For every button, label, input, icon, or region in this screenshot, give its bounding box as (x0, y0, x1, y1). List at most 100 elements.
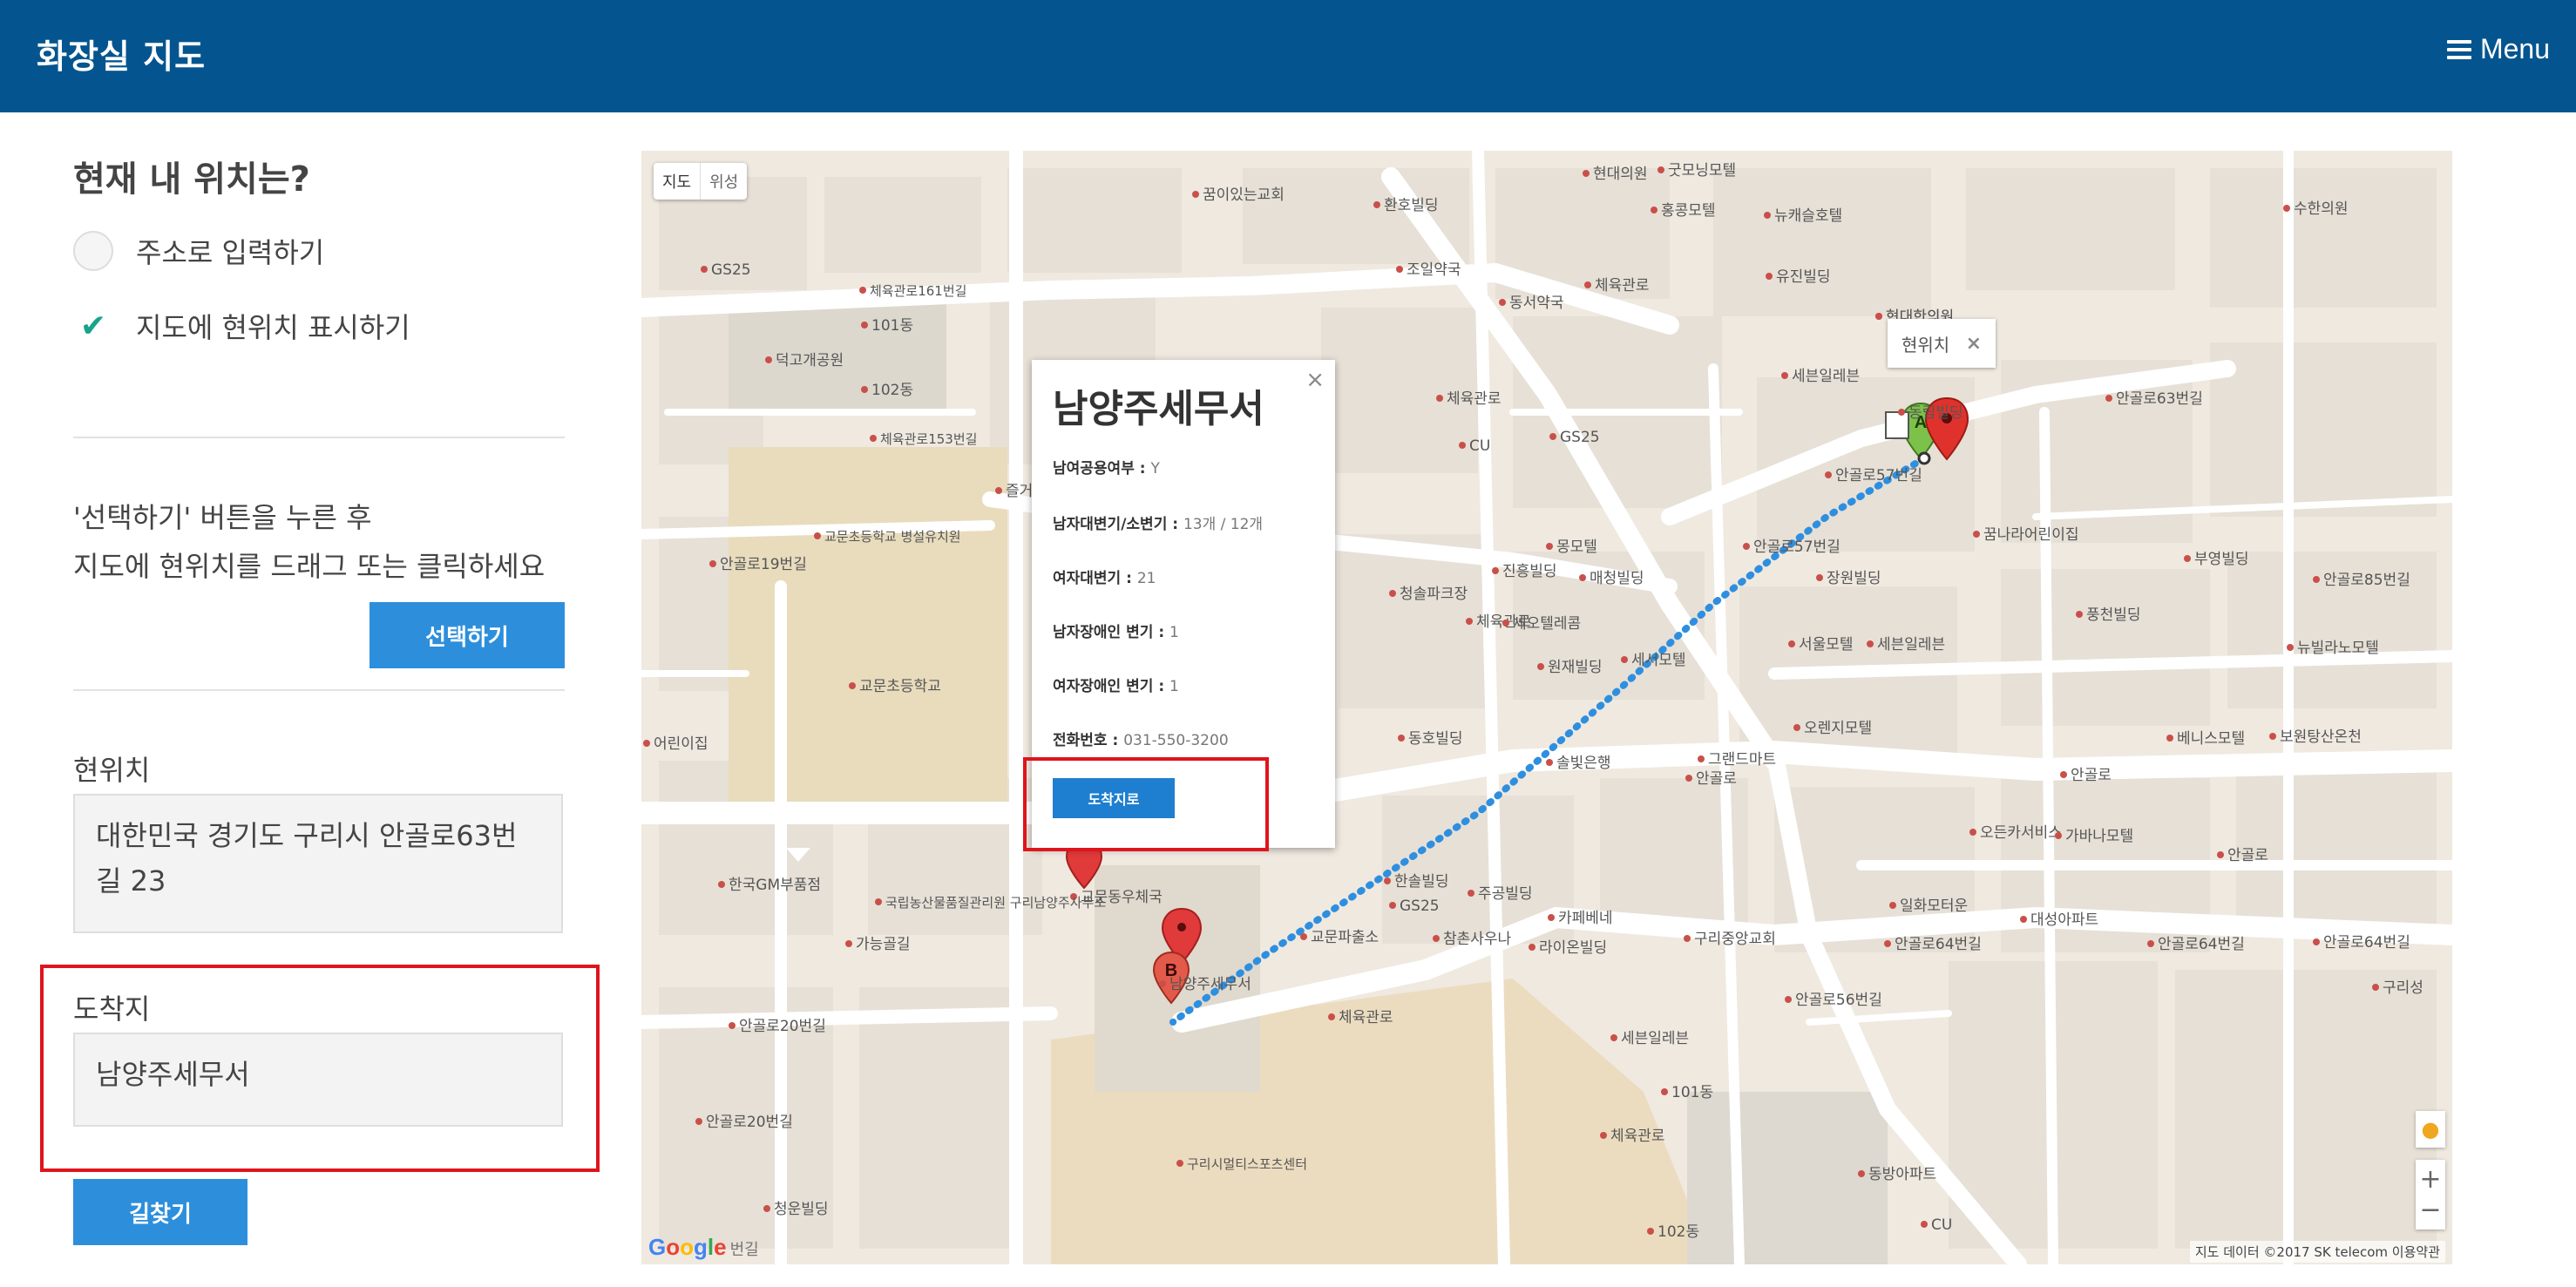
poi-label[interactable]: 안골로 (2071, 767, 2112, 784)
poi-label[interactable]: 안골로20번길 (739, 1018, 826, 1035)
poi-label[interactable]: 몽모텔 (1556, 539, 1597, 556)
poi-label[interactable]: 동호빌딩 (1408, 730, 1463, 748)
zoom-out-button[interactable]: − (2419, 1195, 2441, 1225)
poi-label[interactable]: 102동 (1657, 1223, 1699, 1241)
close-icon[interactable]: × (1305, 367, 1325, 393)
current-location-field[interactable]: 대한민국 경기도 구리시 안골로63번길 23 (73, 794, 563, 933)
select-button[interactable]: 선택하기 (369, 602, 565, 668)
poi-label[interactable]: 한솔빌딩 (1394, 873, 1449, 891)
poi-label[interactable]: GS25 (711, 261, 751, 279)
pegman-icon[interactable]: ● (2416, 1111, 2445, 1148)
poi-label[interactable]: 굿모닝모텔 (1668, 162, 1736, 180)
poi-label[interactable]: 한국GM부품점 (729, 877, 821, 894)
poi-label[interactable]: 그랜드마트 (1708, 751, 1776, 769)
poi-label[interactable]: 안골로 (1696, 770, 1737, 788)
poi-label[interactable]: 동림빌딩 (1908, 404, 1963, 422)
poi-label[interactable]: 원재빌딩 (1548, 659, 1603, 676)
poi-label[interactable]: 환호빌딩 (1384, 197, 1439, 214)
poi-label[interactable]: GS25 (1400, 898, 1440, 915)
poi-label[interactable]: 101동 (1671, 1084, 1713, 1101)
poi-label[interactable]: 안골로64번길 (2158, 936, 2245, 953)
poi-label[interactable]: 남양주세무서 (1169, 976, 1251, 993)
poi-label[interactable]: CU (1469, 437, 1490, 455)
poi-label[interactable]: 솔빛은행 (1556, 755, 1611, 772)
poi-label[interactable]: 구리시멀티스포츠센터 (1187, 1156, 1307, 1172)
poi-label[interactable]: 참촌사우나 (1443, 931, 1512, 948)
poi-label[interactable]: 교문파출소 (1311, 929, 1379, 946)
poi-label[interactable]: 세오텔레콤 (1513, 615, 1581, 633)
poi-label[interactable]: 동방아파트 (1868, 1166, 1936, 1183)
poi-label[interactable]: 안골로64번길 (1895, 936, 1982, 953)
poi-label[interactable]: CU (1931, 1216, 1952, 1234)
close-icon[interactable]: × (1966, 333, 1982, 355)
poi-label[interactable]: 체육관로 (1595, 277, 1650, 295)
poi-label[interactable]: 체육관로153번길 (880, 431, 977, 447)
poi-label[interactable]: 체육관로 (1610, 1128, 1665, 1145)
poi-label[interactable]: 안골로57번길 (1753, 539, 1840, 556)
poi-label[interactable]: 구리성 (2383, 979, 2423, 997)
poi-label[interactable]: 교문초등학교 병설유치원 (824, 529, 961, 545)
poi-label[interactable]: 체육관로 (1447, 390, 1502, 408)
poi-label[interactable]: 세서모텔 (1631, 652, 1686, 669)
poi-label[interactable]: 세븐일레븐 (1621, 1030, 1689, 1047)
poi-label[interactable]: 102동 (871, 382, 913, 399)
map-type-satellite[interactable]: 위성 (700, 163, 747, 200)
poi-label[interactable]: 수한의원 (2294, 200, 2349, 218)
poi-label[interactable]: 조일약국 (1407, 261, 1461, 279)
poi-label[interactable]: 안골로64번길 (2323, 934, 2410, 952)
poi-label[interactable]: 오든카서비스 (1980, 824, 2062, 842)
zoom-in-button[interactable]: + (2419, 1164, 2441, 1195)
poi-label[interactable]: 라이온빌딩 (1539, 939, 1607, 957)
poi-label[interactable]: 대성아파트 (2030, 911, 2098, 929)
poi-label[interactable]: 매청빌딩 (1590, 570, 1644, 587)
poi-label[interactable]: 교문초등학교 (859, 678, 941, 695)
poi-label[interactable]: 101동 (871, 317, 913, 335)
map-attribution[interactable]: 지도 데이터 ©2017 SK telecom 이용약관 (2189, 1241, 2445, 1263)
poi-label[interactable]: 장원빌딩 (1827, 570, 1881, 587)
app-title[interactable]: 화장실 지도 (37, 30, 206, 78)
option-address-input[interactable]: 주소로 입력하기 (73, 231, 324, 271)
poi-label[interactable]: 베니스모텔 (2177, 730, 2245, 748)
poi-label[interactable]: 일화모터운 (1900, 898, 1968, 915)
poi-label[interactable]: 카페베네 (1558, 910, 1613, 927)
poi-label[interactable]: 진흥빌딩 (1502, 563, 1557, 580)
poi-label[interactable]: 청솔파크장 (1400, 586, 1468, 603)
poi-label[interactable]: 체육관로 (1339, 1009, 1393, 1026)
poi-label[interactable]: 서울모텔 (1799, 636, 1854, 654)
poi-label[interactable]: 꿈이있는교회 (1203, 186, 1285, 204)
poi-label[interactable]: 안골로 (2227, 847, 2268, 864)
poi-label[interactable]: 동서약국 (1509, 295, 1564, 312)
poi-label[interactable]: 안골로19번길 (720, 556, 807, 573)
poi-label[interactable]: 구리중앙교회 (1694, 931, 1776, 948)
poi-label[interactable]: 현대의원 (1593, 166, 1648, 183)
poi-label[interactable]: 유진빌딩 (1776, 268, 1831, 286)
poi-label[interactable]: 안골로85번길 (2323, 572, 2410, 589)
poi-label[interactable]: 홍콩모텔 (1661, 202, 1716, 220)
poi-label[interactable]: 안골로57번길 (1835, 467, 1922, 484)
destination-field[interactable]: 남양주세무서 (73, 1033, 563, 1127)
poi-label[interactable]: 오렌지모텔 (1804, 720, 1872, 737)
poi-label[interactable]: 안골로20번길 (706, 1114, 793, 1131)
poi-label[interactable]: 체육관로161번길 (870, 283, 966, 299)
poi-label[interactable]: 가바나모텔 (2065, 828, 2133, 845)
poi-label[interactable]: GS25 (1560, 429, 1600, 446)
option-show-on-map[interactable]: ✔ 지도에 현위치 표시하기 (73, 306, 410, 346)
poi-label[interactable]: 뉴빌라노모텔 (2297, 640, 2379, 657)
poi-label[interactable]: 가능골길 (856, 936, 911, 953)
radio-unchecked-icon[interactable] (73, 231, 113, 271)
poi-label[interactable]: 주공빌딩 (1478, 885, 1533, 903)
poi-label[interactable]: 청운빌딩 (774, 1201, 829, 1218)
map-view[interactable]: B A GS25 체육관로161번길 101동 102동 덕고개공원 꿈이있는교회 환호빌딩… (641, 151, 2452, 1264)
poi-label[interactable]: 세븐일레븐 (1792, 368, 1860, 385)
poi-label[interactable]: 국립농산물품질관리원 구리남양주사무소 (885, 895, 1106, 911)
poi-label[interactable]: 어린이집 (654, 735, 708, 753)
poi-label[interactable]: 세븐일레븐 (1877, 636, 1945, 654)
poi-label[interactable]: 꿈나라어린이집 (1983, 526, 2078, 544)
route-search-button[interactable]: 길찾기 (73, 1179, 247, 1245)
poi-label[interactable]: 보원탕산온천 (2280, 728, 2362, 746)
poi-label[interactable]: 부영빌딩 (2194, 551, 2249, 568)
menu-button[interactable]: Menu (2446, 33, 2550, 65)
poi-label[interactable]: 덕고개공원 (776, 352, 844, 369)
poi-label[interactable]: 풍천빌딩 (2086, 606, 2141, 624)
poi-label[interactable]: 뉴캐슬호텔 (1774, 207, 1842, 225)
